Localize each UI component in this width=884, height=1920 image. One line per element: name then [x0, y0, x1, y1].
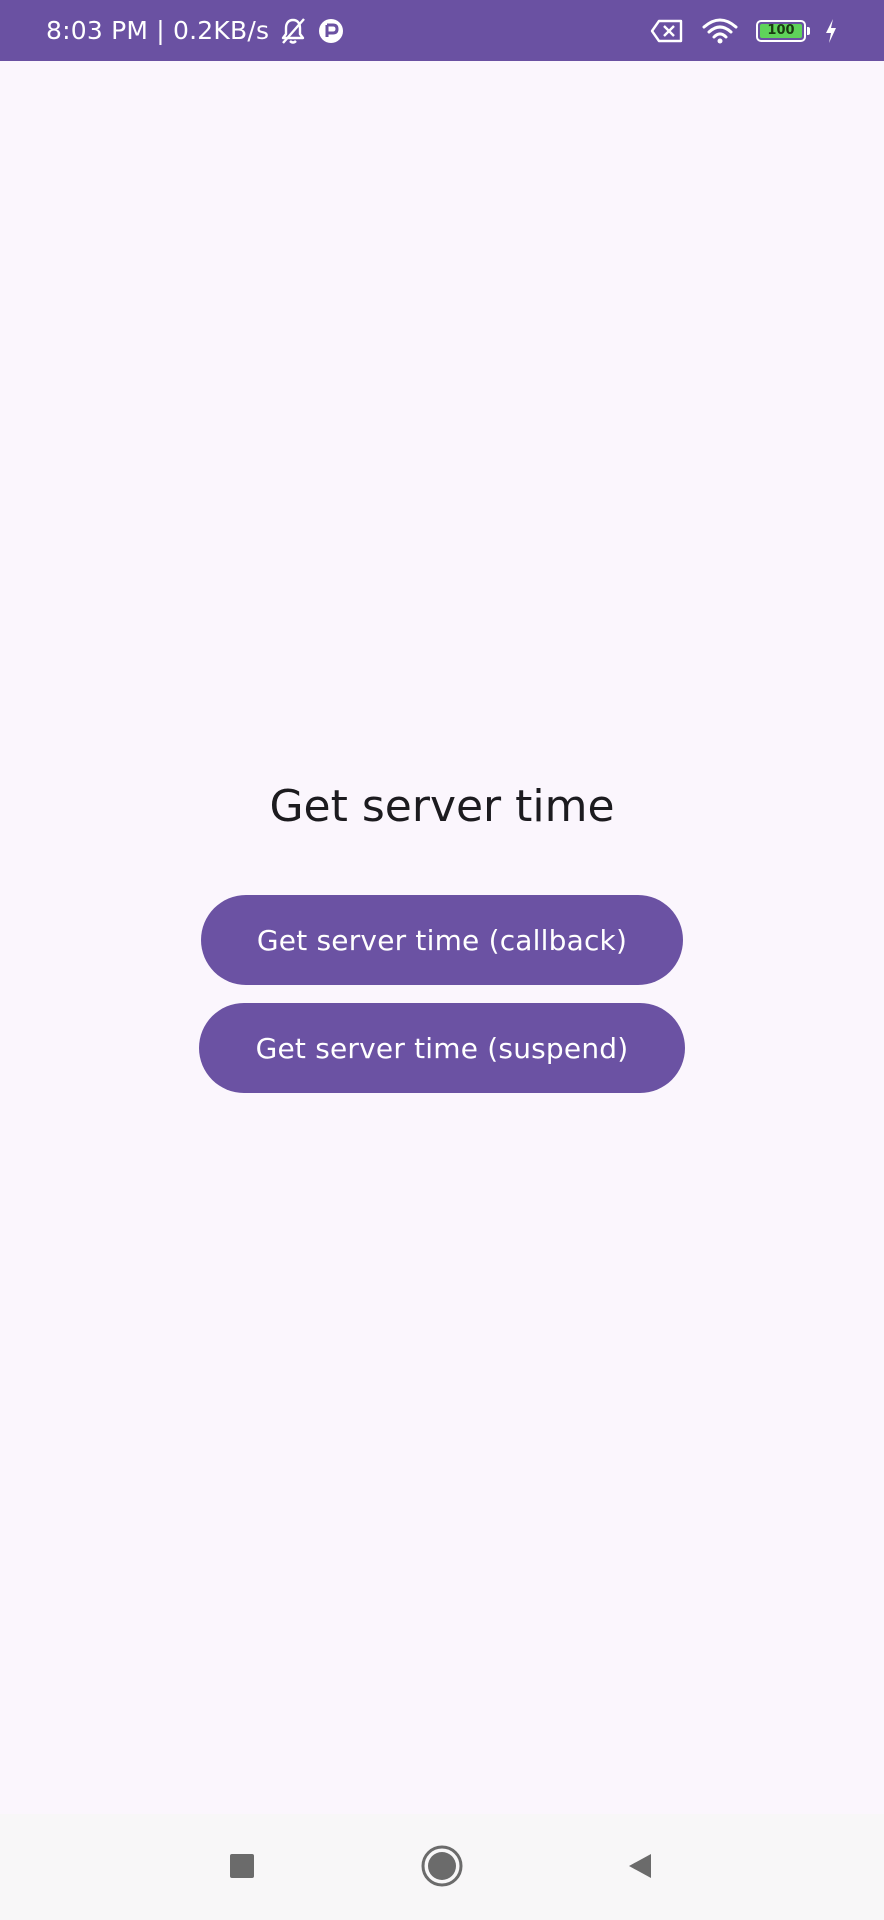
mute-bell-icon — [279, 16, 307, 46]
battery-icon: 100 — [756, 19, 810, 42]
app-notification-icon — [317, 17, 345, 45]
main-content: Get server time Get server time (callbac… — [0, 61, 884, 1814]
no-sim-icon — [650, 18, 684, 44]
page-title: Get server time — [269, 781, 615, 832]
home-circle-icon — [421, 1845, 463, 1887]
status-right: 100 — [650, 17, 838, 45]
navigation-bar — [0, 1814, 884, 1920]
status-left: 8:03 PM | 0.2KB/s — [46, 16, 345, 46]
charging-bolt-icon — [824, 18, 838, 44]
wifi-icon — [702, 17, 738, 45]
recents-button[interactable] — [212, 1836, 272, 1896]
back-button[interactable] — [610, 1836, 670, 1896]
status-bar: 8:03 PM | 0.2KB/s 100 — [0, 0, 884, 61]
home-button[interactable] — [412, 1836, 472, 1896]
status-time-network: 8:03 PM | 0.2KB/s — [46, 16, 270, 45]
recents-square-icon — [230, 1854, 254, 1878]
back-triangle-icon — [629, 1854, 651, 1878]
battery-fill: 100 — [760, 23, 802, 38]
get-server-time-callback-button[interactable]: Get server time (callback) — [201, 895, 683, 985]
battery-level: 100 — [767, 23, 795, 38]
get-server-time-suspend-button[interactable]: Get server time (suspend) — [199, 1003, 685, 1093]
